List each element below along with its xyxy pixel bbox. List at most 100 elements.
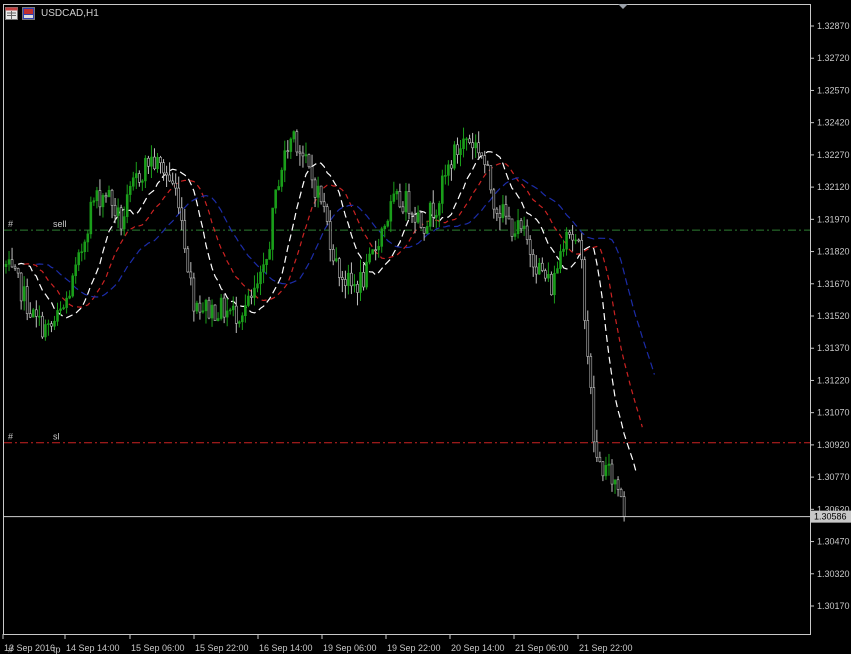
time-axis: 13 Sep 2016 14 Sep 14:00 15 Sep 06:00 15 Se… <box>2 634 633 653</box>
candle-body <box>207 299 211 319</box>
candle-body <box>580 240 584 260</box>
candle-body <box>480 152 484 156</box>
candle-body <box>559 251 562 269</box>
candle-body <box>262 264 265 273</box>
candle-body <box>516 220 520 235</box>
candle-body <box>177 187 181 209</box>
current-price-label: 1.30586 <box>814 512 847 522</box>
grid-window-icon[interactable] <box>5 6 18 20</box>
candle-body <box>531 254 535 268</box>
candle-body <box>413 214 417 223</box>
candle-body <box>22 286 26 302</box>
candle-body <box>425 226 429 234</box>
candle-body <box>141 180 144 183</box>
candle-body <box>110 189 114 206</box>
candle-body <box>441 175 444 204</box>
candle-body <box>256 283 259 289</box>
candle-body <box>171 180 174 184</box>
candle-body <box>450 164 453 169</box>
candle-body <box>180 207 184 221</box>
candle-body <box>165 172 168 176</box>
candles <box>4 127 626 522</box>
candle-body <box>434 214 438 218</box>
candle-body <box>495 208 499 214</box>
price-tick-label: 1.31820 <box>817 247 850 257</box>
candle-body <box>483 155 487 165</box>
chart-window[interactable]: # sell # sl # tp 1.32870 1.32720 1.32570 1.32420… <box>0 0 851 654</box>
candle-body <box>92 200 96 203</box>
candle-body <box>334 258 338 262</box>
candle-body <box>462 138 465 149</box>
candle-body <box>619 489 623 498</box>
price-tick-label: 1.31670 <box>817 279 850 289</box>
candle-body <box>571 234 574 241</box>
candle-body <box>307 154 311 168</box>
candle-body <box>189 271 193 279</box>
candle-body <box>392 193 396 202</box>
candle-body <box>213 304 217 321</box>
candle-body <box>553 272 556 296</box>
candle-body <box>431 202 435 218</box>
candle-body <box>586 320 590 357</box>
candle-body <box>422 227 426 234</box>
candle-body <box>41 315 44 338</box>
candle-body <box>62 307 65 310</box>
candle-body <box>547 274 550 279</box>
candle-body <box>292 131 296 140</box>
candle-body <box>271 207 274 250</box>
candle-body <box>216 318 220 321</box>
candle-body <box>265 259 268 266</box>
trade-levels: # sell# sl# tp <box>4 219 810 654</box>
candle-body <box>577 239 580 242</box>
candle-body <box>65 297 68 308</box>
candle-body <box>234 305 238 324</box>
candle-body <box>501 204 505 219</box>
candle-body <box>25 286 29 315</box>
candle-body <box>486 164 490 166</box>
candle-body <box>471 142 474 149</box>
time-tick-label: 14 Sep 14:00 <box>66 643 120 653</box>
candle-body <box>274 189 277 209</box>
candle-body <box>159 157 162 163</box>
candle-body <box>68 295 71 299</box>
candle-body <box>174 182 177 189</box>
candle-body <box>122 216 126 230</box>
price-tick-label: 1.32570 <box>817 85 850 95</box>
candle-body <box>595 441 599 458</box>
candle-body <box>389 201 393 222</box>
time-tick-label: 21 Sep 06:00 <box>515 643 569 653</box>
candle-body <box>374 249 377 251</box>
candle-body <box>201 310 205 313</box>
candle-body <box>183 220 187 250</box>
candle-body <box>80 251 84 254</box>
candle-body <box>519 220 523 230</box>
candle-body <box>153 156 156 170</box>
candle-body <box>225 310 229 318</box>
candle-body <box>525 225 529 240</box>
candle-body <box>468 138 471 143</box>
candle-body <box>492 189 496 210</box>
candle-body <box>556 268 559 274</box>
candle-body <box>74 264 77 277</box>
candle-body <box>101 195 105 208</box>
price-tick-label: 1.32120 <box>817 182 850 192</box>
candle-body <box>350 272 353 287</box>
candle-body <box>610 463 614 485</box>
candle-body <box>295 131 299 153</box>
candle-body <box>244 305 247 317</box>
candle-body <box>241 315 244 323</box>
candle-body <box>313 179 317 198</box>
price-chart[interactable]: # sell# sl# tp 1.328701.327201.325701.32420… <box>0 0 851 654</box>
price-tick-label: 1.31070 <box>817 408 850 418</box>
candle-body <box>107 189 111 198</box>
price-tick-label: 1.31370 <box>817 343 850 353</box>
candle-body <box>607 463 611 466</box>
price-tick-label: 1.31220 <box>817 375 850 385</box>
candle-body <box>528 239 532 255</box>
candle-body <box>198 302 202 313</box>
candle-body <box>289 138 293 152</box>
candle-body <box>416 212 420 223</box>
candle-body <box>86 233 90 243</box>
chart-props-icon[interactable] <box>22 6 35 20</box>
time-tick-label: 13 Sep 2016 <box>4 643 55 653</box>
